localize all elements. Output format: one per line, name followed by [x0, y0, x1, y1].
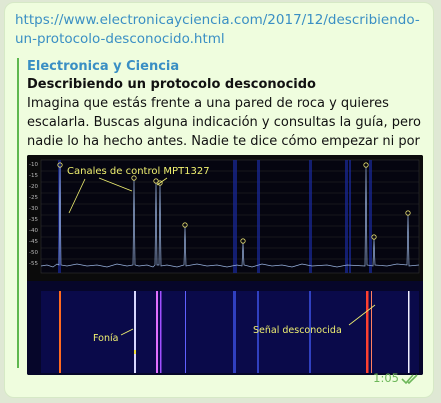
y-tick: -50	[29, 250, 38, 256]
y-tick: -25	[29, 195, 38, 201]
voice-annotation: Fonía	[93, 333, 118, 344]
y-tick: -45	[29, 239, 38, 245]
unknown-signal-annotation: Señal desconocida	[253, 325, 342, 336]
preview-title: Describiendo un protocolo desconocido	[27, 77, 316, 92]
message-time: 1:05	[373, 371, 399, 385]
preview-image[interactable]: -10 -15 -20 -25 -30 -35 -40 -45 -50 -55 …	[27, 155, 423, 375]
y-tick: -10	[29, 162, 38, 168]
spectrum-waterfall-image: -10 -15 -20 -25 -30 -35 -40 -45 -50 -55 …	[27, 155, 423, 375]
y-tick: -35	[29, 217, 38, 223]
y-tick: -40	[29, 228, 38, 234]
preview-description: Imagina que estás frente a una pared de …	[27, 96, 421, 149]
y-tick: -55	[29, 261, 38, 267]
spectrum-annotation: Canales de control MPT1327	[67, 166, 210, 177]
message-bubble: https://www.electronicayciencia.com/2017…	[4, 2, 434, 398]
message-link[interactable]: https://www.electronicayciencia.com/2017…	[15, 11, 427, 49]
preview-site-name: Electronica y Ciencia	[27, 59, 180, 74]
double-check-icon	[401, 374, 418, 385]
y-tick: -15	[29, 173, 38, 179]
y-tick: -30	[29, 206, 38, 212]
y-tick: -20	[29, 184, 38, 190]
